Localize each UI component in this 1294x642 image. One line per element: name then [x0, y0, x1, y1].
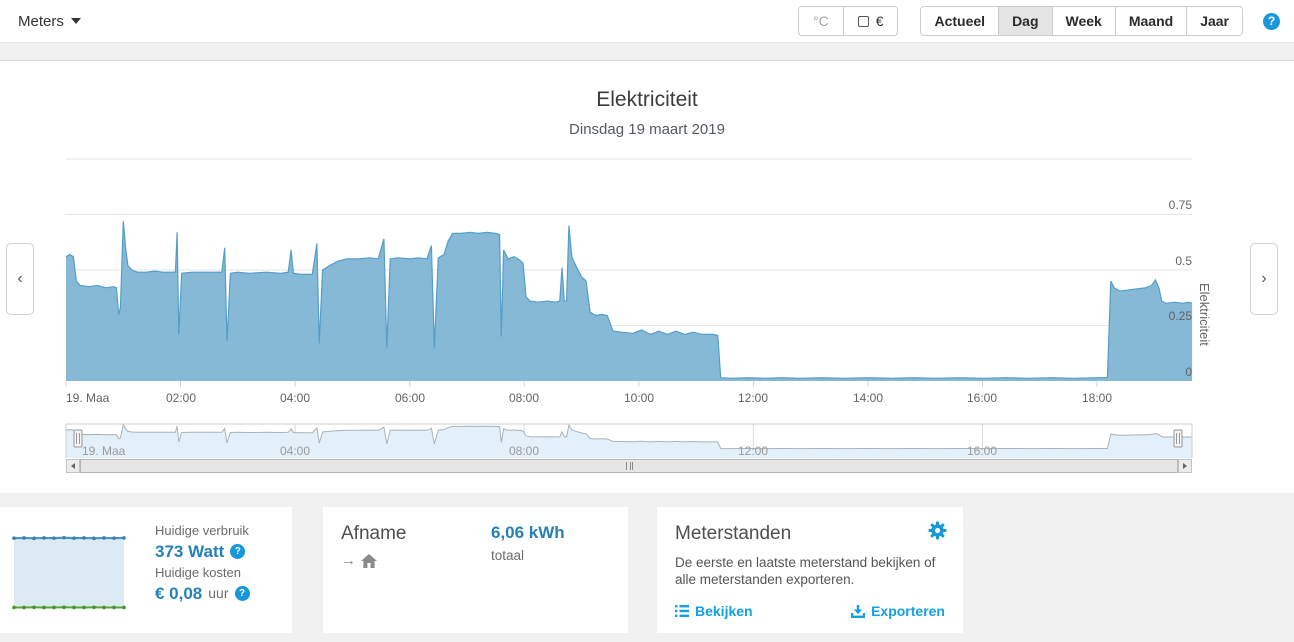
afname-value: 6,06 kWh	[491, 523, 565, 542]
current-usage-text: Huidige verbruik 373 Watt ? Huidige kost…	[155, 520, 250, 604]
tab-dag[interactable]: Dag	[998, 7, 1052, 35]
download-icon	[851, 604, 866, 618]
navigator-label: 16:00	[966, 444, 998, 458]
gear-icon	[928, 521, 947, 540]
y-axis-label: 0.25	[1168, 309, 1192, 323]
x-axis-label: 04:00	[279, 391, 311, 405]
x-axis-label: 19. Maa	[66, 391, 110, 405]
navigator-handle[interactable]	[1173, 429, 1183, 448]
exporteren-label: Exporteren	[871, 603, 945, 619]
exporteren-link[interactable]: Exporteren	[851, 603, 945, 619]
scrollbar-grip-icon	[625, 462, 633, 470]
euro-label: €	[875, 13, 884, 29]
card-meterstanden: Meterstanden De eerste en laatste meters…	[657, 507, 963, 633]
arrow-right-icon: →	[341, 552, 356, 569]
chart-panel: Elektriciteit Dinsdag 19 maart 2019 0.75…	[0, 60, 1294, 493]
x-axis-label: 18:00	[1081, 391, 1113, 405]
chevron-right-icon: ›	[1261, 270, 1267, 287]
home-icon	[361, 553, 377, 568]
y-axis-label: 0.75	[1168, 198, 1192, 212]
tab-jaar[interactable]: Jaar	[1186, 7, 1242, 35]
bekijken-label: Bekijken	[695, 603, 753, 619]
triangle-left-icon	[71, 463, 75, 469]
x-axis-label: 08:00	[508, 391, 540, 405]
usage-label: Huidige verbruik	[155, 523, 249, 538]
list-icon	[675, 605, 689, 617]
card-current-usage: Huidige verbruik 373 Watt ? Huidige kost…	[0, 507, 292, 633]
scrollbar-right-button[interactable]	[1178, 459, 1192, 473]
pan-left-button[interactable]: ‹	[6, 243, 34, 315]
chevron-left-icon: ‹	[17, 270, 23, 287]
unit-toggle-group: °C €	[797, 6, 899, 36]
navigator-label: 12:00	[737, 444, 769, 458]
card-afname: Afname → 6,06 kWh totaal	[323, 507, 628, 633]
electricity-area-chart	[65, 158, 1193, 458]
afname-title: Afname	[341, 523, 407, 544]
navigator-label: 08:00	[508, 444, 540, 458]
y-axis-label: 0	[1185, 365, 1192, 379]
help-icon[interactable]: ?	[234, 586, 250, 601]
cards-row: Huidige verbruik 373 Watt ? Huidige kost…	[0, 493, 1294, 642]
pan-right-button[interactable]: ›	[1250, 243, 1278, 315]
x-axis-label: 10:00	[623, 391, 655, 405]
help-icon[interactable]: ?	[1263, 12, 1280, 30]
afname-icons: →	[341, 552, 610, 569]
meters-dropdown[interactable]: Meters	[18, 13, 81, 30]
celsius-toggle-button[interactable]: °C	[799, 7, 843, 35]
celsius-label: °C	[812, 13, 829, 29]
triangle-right-icon	[1183, 463, 1187, 469]
chevron-down-icon	[70, 18, 81, 24]
x-axis-label: 16:00	[966, 391, 998, 405]
meterstanden-description: De eerste en laatste meterstand bekijken…	[675, 555, 936, 587]
y-axis-label: 0.5	[1175, 254, 1192, 268]
settings-button[interactable]	[928, 521, 947, 545]
usage-sparkline-thumbnail[interactable]	[10, 523, 128, 615]
meterstanden-links: Bekijken Exporteren	[675, 603, 945, 619]
euro-toggle-button[interactable]: €	[842, 7, 898, 35]
cost-unit: uur	[208, 585, 229, 601]
scrollbar-thumb[interactable]	[80, 459, 1178, 473]
topbar: Meters °C € Actueel Dag Week Maand Jaar …	[0, 0, 1294, 43]
navigator-label: 04:00	[279, 444, 311, 458]
cost-label: Huidige kosten	[155, 565, 241, 580]
chart-scrollbar	[66, 459, 1192, 473]
cost-value: € 0,08	[155, 584, 203, 603]
tab-week[interactable]: Week	[1051, 7, 1115, 35]
usage-value: 373 Watt	[155, 542, 225, 561]
afname-total: 6,06 kWh totaal	[491, 523, 565, 563]
electricity-area-series	[66, 221, 1193, 381]
meters-dropdown-label: Meters	[18, 12, 64, 30]
euro-checkbox[interactable]	[857, 15, 869, 27]
scrollbar-left-button[interactable]	[66, 459, 80, 473]
x-axis-label: 14:00	[852, 391, 884, 405]
afname-subtitle: totaal	[491, 548, 525, 563]
meterstanden-title: Meterstanden	[675, 523, 792, 544]
y-axis-title: Elektriciteit	[1197, 283, 1212, 346]
navigator-handle[interactable]	[73, 429, 83, 448]
period-tab-group: Actueel Dag Week Maand Jaar	[920, 6, 1243, 36]
navigator-label: 19. Maa	[82, 444, 126, 458]
x-axis-label: 02:00	[165, 391, 197, 405]
x-axis-label: 12:00	[737, 391, 769, 405]
x-axis-label: 06:00	[394, 391, 426, 405]
tab-actueel[interactable]: Actueel	[921, 7, 998, 35]
tab-maand[interactable]: Maand	[1114, 7, 1186, 35]
bekijken-link[interactable]: Bekijken	[675, 603, 753, 619]
help-icon[interactable]: ?	[230, 544, 246, 559]
